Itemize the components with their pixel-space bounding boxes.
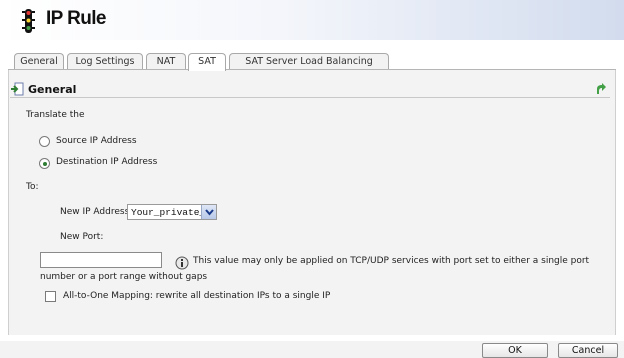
tab-nat[interactable]: NAT — [146, 53, 186, 70]
chevron-down-icon — [205, 209, 214, 216]
new-port-label: New Port: — [60, 232, 104, 242]
arrow-in-icon — [11, 82, 24, 96]
new-ip-label: New IP Address: — [60, 207, 133, 217]
window-title: IP Rule — [46, 8, 106, 29]
translate-label: Translate the — [26, 110, 85, 120]
tab-general[interactable]: General — [14, 53, 64, 70]
cancel-button[interactable]: Cancel — [558, 343, 618, 358]
info-icon — [175, 256, 189, 270]
all-to-one-checkbox[interactable] — [45, 291, 56, 302]
section-title: General — [28, 83, 77, 96]
traffic-light-icon — [22, 9, 35, 33]
dropdown-button[interactable] — [201, 205, 216, 219]
tab-sat-server-load-balancing[interactable]: SAT Server Load Balancing — [229, 53, 389, 70]
all-to-one-label[interactable]: All-to-One Mapping: rewrite all destinat… — [63, 291, 330, 301]
green-arrow-icon[interactable] — [594, 82, 608, 96]
source-ip-radio[interactable] — [39, 136, 50, 147]
ok-button[interactable]: OK — [482, 343, 548, 358]
new-ip-select[interactable]: Your_private_IP — [127, 204, 217, 220]
new-port-input[interactable] — [40, 252, 162, 268]
radio-selected-dot — [42, 161, 47, 166]
to-label: To: — [26, 182, 39, 192]
title-bar: IP Rule — [0, 0, 624, 40]
port-note-line1: This value may only be applied on TCP/UD… — [193, 256, 590, 266]
tab-sat[interactable]: SAT — [188, 53, 226, 71]
section-header: General — [10, 81, 610, 98]
destination-ip-label[interactable]: Destination IP Address — [56, 157, 157, 167]
tab-log-settings[interactable]: Log Settings — [67, 53, 143, 70]
port-note-line2: number or a port range without gaps — [40, 272, 208, 282]
source-ip-label[interactable]: Source IP Address — [56, 136, 137, 146]
destination-ip-radio[interactable] — [39, 158, 50, 169]
